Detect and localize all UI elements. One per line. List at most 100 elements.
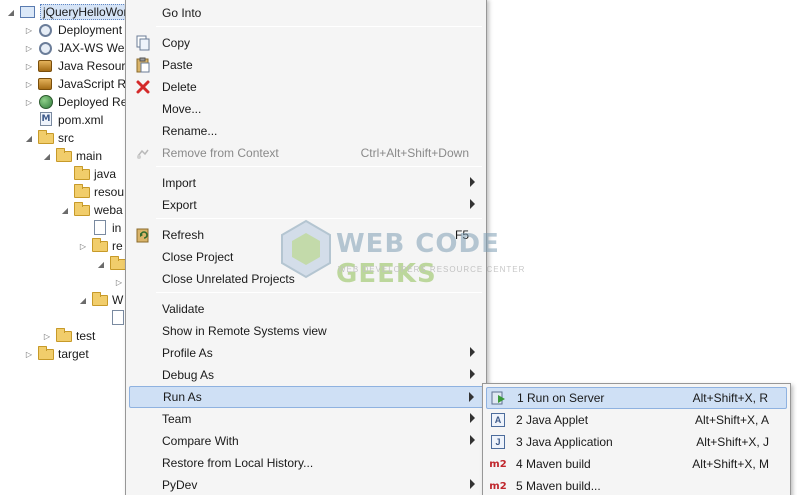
submenu-arrow-icon — [469, 392, 474, 402]
tree-item[interactable]: ◢ src — [24, 129, 74, 147]
menu-item-debug-as[interactable]: Debug As — [129, 364, 485, 386]
maven-icon: m2 — [489, 480, 507, 492]
submenu-arrow-icon — [470, 479, 475, 489]
menu-item-go-into[interactable]: Go Into — [129, 2, 485, 24]
menu-item-shortcut: Ctrl+Alt+Shift+Down — [360, 146, 469, 160]
menu-item-export[interactable]: Export — [129, 194, 485, 216]
tree-item[interactable]: ◢ weba — [60, 201, 123, 219]
tree-item-label: main — [76, 149, 103, 163]
tree-item-label: jQueryHelloWor — [40, 4, 130, 20]
menu-item-label: Team — [162, 412, 192, 426]
menu-item-restore-from-local-history[interactable]: Restore from Local History... — [129, 452, 485, 474]
expanded-twistie-icon[interactable]: ◢ — [96, 255, 106, 273]
menu-item-paste[interactable]: Paste — [129, 54, 485, 76]
tree-item-label: java — [94, 167, 117, 181]
tree-item[interactable]: Mpom.xml — [24, 111, 103, 129]
submenu-arrow-icon — [470, 199, 475, 209]
collapsed-twistie-icon[interactable]: ▷ — [24, 93, 34, 111]
tree-item[interactable]: ◢ W — [78, 291, 123, 309]
tree-item[interactable]: ◢ jQueryHelloWor — [6, 3, 130, 21]
file-icon — [92, 220, 108, 236]
expanded-twistie-icon[interactable]: ◢ — [24, 129, 34, 147]
menu-item-show-in-remote-systems-view[interactable]: Show in Remote Systems view — [129, 320, 485, 342]
menu-item-label: Refresh — [162, 228, 205, 242]
refresh-icon — [131, 227, 155, 243]
run-as-item-shortcut: Alt+Shift+X, R — [692, 391, 768, 405]
run-as-item-shortcut: Alt+Shift+X, J — [696, 435, 769, 449]
menu-item-label: Rename... — [162, 124, 218, 138]
delete-icon — [131, 79, 155, 95]
menu-item-remove-from-context: Remove from Context Ctrl+Alt+Shift+Down — [129, 142, 485, 164]
menu-item-refresh[interactable]: Refresh F5 — [129, 224, 485, 246]
tree-item[interactable]: resou — [60, 183, 124, 201]
tree-item-label: JAX-WS Web — [58, 41, 130, 55]
tree-item-label: re — [112, 239, 123, 253]
collapsed-twistie-icon[interactable]: ▷ — [24, 57, 34, 75]
run-as-item-shortcut: Alt+Shift+X, M — [692, 457, 769, 471]
run-as-item-label: 4 Maven build — [516, 457, 591, 471]
run-as-item-label: 1 Run on Server — [517, 391, 605, 405]
menu-item-label: PyDev — [162, 478, 198, 492]
menu-item-run-as[interactable]: Run As — [129, 386, 485, 408]
run-as-item-4-maven-build[interactable]: m2 4 Maven build Alt+Shift+X, M — [486, 453, 787, 475]
tree-item[interactable]: ▷ Deployed Re — [24, 93, 127, 111]
run-as-item-2-java-applet[interactable]: A 2 Java Applet Alt+Shift+X, A — [486, 409, 787, 431]
menu-item-close-unrelated-projects[interactable]: Close Unrelated Projects — [129, 268, 485, 290]
expanded-twistie-icon[interactable]: ◢ — [78, 291, 88, 309]
run-as-item-3-java-application[interactable]: J 3 Java Application Alt+Shift+X, J — [486, 431, 787, 453]
menu-item-delete[interactable]: Delete — [129, 76, 485, 98]
remove-context-icon — [131, 145, 155, 161]
collapsed-twistie-icon[interactable]: ▷ — [24, 21, 34, 39]
menu-item-label: Show in Remote Systems view — [162, 324, 327, 338]
collapsed-twistie-icon[interactable]: ▷ — [24, 75, 34, 93]
tree-item[interactable]: ▷ target — [24, 345, 89, 363]
java-applet-icon: A — [488, 413, 508, 427]
menu-separator — [156, 292, 482, 293]
submenu-arrow-icon — [470, 435, 475, 445]
menu-item-label: Validate — [162, 302, 205, 316]
menu-item-move[interactable]: Move... — [129, 98, 485, 120]
menu-item-copy[interactable]: Copy — [129, 32, 485, 54]
tree-item[interactable]: ▷ JavaScript Re — [24, 75, 130, 93]
tree-item[interactable]: ▷ Deployment — [24, 21, 122, 39]
menu-item-label: Close Project — [162, 250, 234, 264]
menu-item-pydev[interactable]: PyDev — [129, 474, 485, 495]
expanded-twistie-icon[interactable]: ◢ — [60, 201, 70, 219]
menu-item-label: Remove from Context — [162, 146, 279, 160]
menu-item-label: Restore from Local History... — [162, 456, 314, 470]
menu-item-profile-as[interactable]: Profile As — [129, 342, 485, 364]
menu-item-label: Run As — [163, 390, 202, 404]
menu-item-compare-with[interactable]: Compare With — [129, 430, 485, 452]
tree-item-label: Deployed Re — [58, 95, 128, 109]
collapsed-twistie-icon[interactable]: ▷ — [114, 273, 124, 291]
run-as-item-label: 2 Java Applet — [516, 413, 589, 427]
file-icon — [110, 310, 126, 326]
expanded-twistie-icon[interactable]: ◢ — [42, 147, 52, 165]
menu-item-team[interactable]: Team — [129, 408, 485, 430]
folder-icon — [74, 202, 90, 218]
menu-item-rename[interactable]: Rename... — [129, 120, 485, 142]
tree-item[interactable]: ▷ JAX-WS Web — [24, 39, 130, 57]
collapsed-twistie-icon[interactable]: ▷ — [42, 327, 52, 345]
tree-item-label: W — [112, 293, 124, 307]
tree-item[interactable]: ▷ test — [42, 327, 95, 345]
tree-item[interactable]: ◢ main — [42, 147, 102, 165]
run-as-item-5-maven-build[interactable]: m2 5 Maven build... — [486, 475, 787, 495]
tree-item-label: in — [112, 221, 122, 235]
run-on-server-icon — [489, 390, 509, 406]
menu-item-import[interactable]: Import — [129, 172, 485, 194]
tree-item-label: weba — [94, 203, 123, 217]
collapsed-twistie-icon[interactable]: ▷ — [78, 237, 88, 255]
menu-item-validate[interactable]: Validate — [129, 298, 485, 320]
run-as-item-1-run-on-server[interactable]: 1 Run on Server Alt+Shift+X, R — [486, 387, 787, 409]
jaxws-icon — [38, 40, 54, 56]
collapsed-twistie-icon[interactable]: ▷ — [24, 39, 34, 57]
tree-item[interactable]: java — [60, 165, 116, 183]
expanded-twistie-icon[interactable]: ◢ — [6, 3, 16, 21]
tree-item[interactable]: ▷ Java Resourc — [24, 57, 130, 75]
menu-item-close-project[interactable]: Close Project — [129, 246, 485, 268]
collapsed-twistie-icon[interactable]: ▷ — [24, 345, 34, 363]
tree-item[interactable]: in — [78, 219, 121, 237]
tree-item[interactable]: ▷ re — [78, 237, 123, 255]
menu-item-label: Debug As — [162, 368, 215, 382]
